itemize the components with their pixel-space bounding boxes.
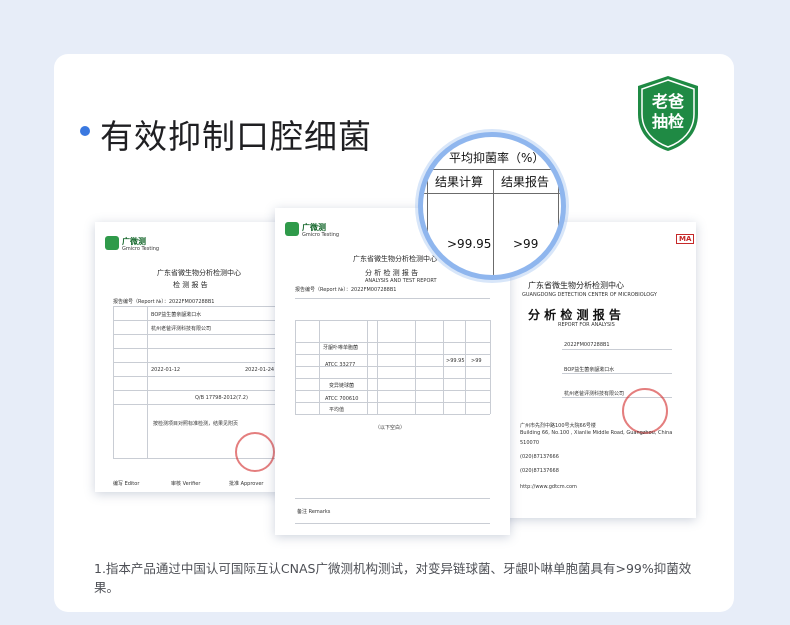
report-title: 分 析 检 测 报 告 [528,308,621,322]
org-name: 广东省微生物分析检测中心 [528,281,624,290]
org-name-en: GUANGDONG DETECTION CENTER OF MICROBIOLO… [522,292,657,298]
gmicro-logo-icon [285,222,299,236]
sample-name: BOP益生菌亲龈漱口水 [151,312,202,318]
sign-verifier: 审核 Verifier [171,481,201,487]
client-name: 杭州老爸评测科技有限公司 [151,326,212,332]
result-calc: >99.95 [446,358,465,364]
magnifier-zoom: 平均抑菌率（%） 结果计算 结果报告 >99.95 >99 [418,132,566,280]
red-seal [235,432,275,472]
mag-col-calc: 结果计算 [435,175,484,189]
address: 广州市先烈中路100号大院66号楼 [520,423,596,429]
result-report: >99 [471,358,482,364]
report-title: 检 测 报 告 [173,281,208,289]
strain1-name: 牙龈卟啉单胞菌 [323,345,359,351]
blank-note: （以下空白） [375,425,406,431]
mag-col-report: 结果报告 [501,175,550,189]
postcode: 510070 [520,440,540,446]
date-received: 2022-01-12 [151,367,181,373]
sample-name: BOP益生菌亲龈漱口水 [564,367,615,373]
logo-sub: Gmicro Testing [122,246,160,252]
org-name: 广东省微生物分析检测中心 [353,255,437,263]
gmicro-logo-icon [105,236,119,250]
avg-label: 平均值 [329,407,345,413]
laoba-badge: 老爸 抽检 [634,74,702,152]
conclusion-text: 按检测项目对照标准检测，结果见附页 [153,421,239,427]
address-en: Building 66, No.100 , Xianlie Middle Roa… [520,430,673,436]
report-no: 2022FM007288B1 [564,342,610,348]
sign-approver: 批准 Approver [229,481,264,487]
report-no: 报告编号（Report №）：2022FM007288B1 [295,287,397,293]
page-title: 有效抑制口腔细菌 [100,117,372,156]
fax: (020)87137668 [520,468,559,474]
strain2-name: 变异链球菌 [329,383,355,389]
report-no: 报告编号（Report №）：2022FM007288B1 [113,299,215,305]
report-title: 分 析 检 测 报 告 [365,269,419,277]
footnote: 1.指本产品通过中国认可国际互认CNAS广微测机构测试，对变异链球菌、牙龈卟啉单… [94,561,692,595]
mag-val-report: >99 [513,237,539,251]
org-name: 广东省微生物分析检测中心 [157,269,241,277]
strain1-atcc: ATCC 33277 [325,362,356,368]
remarks-label: 备注 Remarks [297,509,331,515]
ma-mark: MA [676,234,695,244]
mag-val-calc: >99.95 [447,237,492,251]
logo-sub: Gmicro Testing [302,232,340,238]
sign-editor: 编写 Editor [113,481,140,487]
strain2-atcc: ATCC 700610 [325,396,359,402]
report-sub: REPORT FOR ANALYSIS [558,322,615,328]
report-sub: ANALYSIS AND TEST REPORT [365,278,437,284]
date-completed: 2022-01-24 [245,367,275,373]
title-bullet [80,126,90,136]
tel: (020)87137666 [520,454,559,460]
test-standard: Q/B 17798-2012(7.2) [195,395,248,401]
client-name: 杭州老爸评测科技有限公司 [564,391,625,397]
red-seal [622,388,668,434]
report-page-left: 广微测 Gmicro Testing 广东省微生物分析检测中心 检 测 报 告 … [95,222,295,492]
badge-line2: 抽检 [651,112,684,131]
mag-header: 平均抑菌率（%） [449,151,545,165]
website: http://www.gdtcm.com [520,484,577,490]
